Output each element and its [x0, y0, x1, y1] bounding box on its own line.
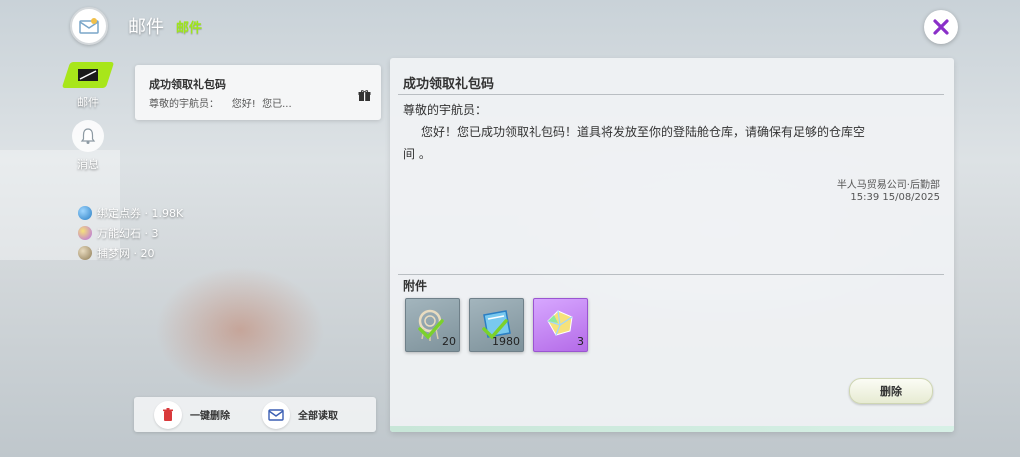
currency-coupon: 绑定点券 · 1.98K: [78, 205, 183, 221]
dreamcatcher-icon: [78, 246, 92, 260]
mail-greeting: 尊敬的宇航员：: [403, 103, 488, 117]
sidebar-item-mail[interactable]: 邮件: [60, 62, 116, 110]
sidebar-item-label: 消息: [77, 158, 99, 171]
currency-label: 万能幻石 · 3: [97, 227, 159, 240]
delete-all-label: 一键删除: [190, 411, 230, 422]
mail-detail-panel: 成功领取礼包码 尊敬的宇航员： 您好！您已成功领取礼包码！道具将发放至你的登陆舱…: [390, 58, 954, 432]
mail-action-bar: 一键删除 全部读取: [134, 397, 376, 432]
currency-label: 捕梦网 · 20: [97, 247, 155, 260]
gem-icon: [78, 226, 92, 240]
read-all-button[interactable]: 全部读取: [262, 397, 338, 432]
attachment-count: 3: [577, 335, 584, 348]
delete-mail-button[interactable]: 删除: [849, 378, 933, 404]
coupon-icon: [78, 206, 92, 220]
attachment-slot[interactable]: 3: [533, 298, 588, 352]
attachments-title: 附件: [403, 279, 428, 293]
close-icon: [933, 19, 949, 35]
bell-icon: [72, 120, 104, 152]
delete-all-button[interactable]: 一键删除: [154, 397, 230, 432]
mail-date: 15:39 15/08/2025: [850, 192, 940, 203]
mail-icon: [61, 62, 115, 88]
read-all-label: 全部读取: [298, 411, 338, 422]
attachment-slot[interactable]: 1980: [469, 298, 524, 352]
currency-dreamcatcher: 捕梦网 · 20: [78, 245, 155, 261]
divider: [398, 94, 944, 95]
divider: [398, 274, 944, 275]
currency-label: 绑定点券 · 1.98K: [97, 207, 184, 220]
mail-detail-title: 成功领取礼包码: [403, 77, 495, 92]
mail-sender: 半人马贸易公司·后勤部: [836, 180, 940, 191]
mail-body: 您好！您已成功领取礼包码！道具将发放至你的登陆舱仓库，请确保有足够的仓库空间 。: [403, 125, 866, 161]
mail-envelope-icon: [70, 7, 108, 45]
mail-item-title: 成功领取礼包码: [149, 78, 226, 91]
attachment-count: 1980: [492, 335, 520, 348]
currency-gem: 万能幻石 · 3: [78, 225, 159, 241]
close-button[interactable]: [924, 10, 958, 44]
sidebar-item-label: 邮件: [77, 96, 99, 109]
sidebar-item-messages[interactable]: 消息: [60, 120, 116, 172]
page-title: 邮件: [128, 17, 164, 38]
panel-accent-strip: [390, 426, 954, 432]
trash-icon: [154, 400, 182, 429]
mail-item-preview: 尊敬的宇航员： 您好! 您已...: [149, 99, 292, 110]
mail-list-item[interactable]: 成功领取礼包码 尊敬的宇航员： 您好! 您已...: [135, 65, 381, 120]
page-header: 邮件 邮件: [70, 7, 203, 45]
gift-icon: [358, 87, 371, 106]
attachment-count: 20: [442, 335, 456, 348]
page-subtitle: 邮件: [176, 20, 203, 36]
mail-read-icon: [262, 400, 290, 429]
attachment-slot[interactable]: 20: [405, 298, 460, 352]
